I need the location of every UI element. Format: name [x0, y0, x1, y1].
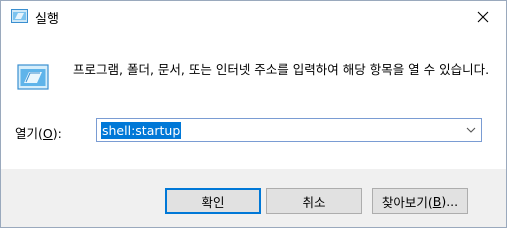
run-icon — [11, 9, 28, 23]
title-bar: 실행 — [1, 1, 506, 32]
close-button[interactable] — [460, 1, 506, 32]
cancel-button[interactable]: 취소 — [266, 188, 362, 214]
ok-button[interactable]: 확인 — [165, 188, 261, 214]
browse-hotkey: B — [432, 193, 442, 209]
close-icon — [477, 11, 489, 22]
open-label: 열기(O): — [15, 126, 62, 141]
window-title: 실행 — [35, 12, 59, 27]
run-dialog: 실행 프로그램, 폴더, 문서, 또는 인터넷 주소를 입력하여 해당 항목을 … — [0, 0, 507, 228]
dialog-body: 프로그램, 폴더, 문서, 또는 인터넷 주소를 입력하여 해당 항목을 열 수… — [1, 32, 506, 169]
run-icon — [17, 64, 49, 90]
browse-button[interactable]: 찾아보기(B)... — [372, 188, 468, 214]
open-hotkey: O — [42, 126, 53, 141]
description-text: 프로그램, 폴더, 문서, 또는 인터넷 주소를 입력하여 해당 항목을 열 수… — [73, 62, 490, 77]
open-input[interactable]: shell:startup — [101, 122, 182, 139]
button-bar: 확인 취소 찾아보기(B)... — [1, 169, 506, 227]
open-combobox[interactable]: shell:startup — [96, 118, 482, 142]
chevron-down-icon[interactable] — [465, 124, 477, 136]
